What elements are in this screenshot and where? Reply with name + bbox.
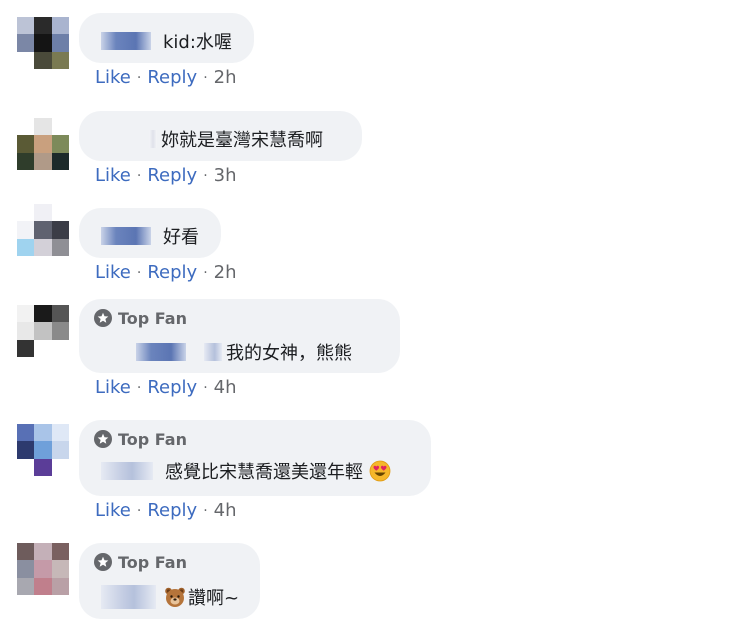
bear-emoji: [164, 586, 186, 608]
comment-bubble: 好看: [79, 208, 221, 258]
timestamp[interactable]: 4h: [214, 500, 237, 521]
avatar[interactable]: [17, 424, 69, 476]
timestamp[interactable]: 3h: [214, 165, 237, 186]
separator: ·: [136, 502, 142, 519]
comment-text: 我的女神，熊熊: [226, 343, 352, 364]
star-icon: [94, 553, 112, 571]
top-fan-badge: Top Fan: [94, 428, 187, 450]
top-fan-badge: Top Fan: [94, 307, 187, 329]
comment-actions: Like · Reply · 2h: [95, 67, 237, 88]
avatar[interactable]: [17, 543, 69, 595]
top-fan-badge: Top Fan: [94, 551, 187, 573]
comment-bubble: kid:水喔: [79, 13, 254, 63]
separator: ·: [136, 379, 142, 396]
separator: ·: [136, 167, 142, 184]
comment-actions: Like · Reply · 3h: [95, 165, 237, 186]
comment-text: 讚啊~: [188, 588, 240, 609]
avatar[interactable]: [17, 204, 69, 256]
separator: ·: [203, 502, 208, 519]
reply-link[interactable]: Reply: [147, 67, 197, 88]
commenter-name[interactable]: [101, 32, 151, 50]
reply-link[interactable]: Reply: [147, 165, 197, 186]
commenter-name[interactable]: [101, 585, 156, 609]
separator: ·: [203, 264, 208, 281]
like-link[interactable]: Like: [95, 165, 131, 186]
comment-text: 感覺比宋慧喬還美還年輕: [165, 462, 363, 483]
like-link[interactable]: Like: [95, 500, 131, 521]
separator: ·: [203, 167, 208, 184]
comment-bubble: Top Fan 讚啊~: [79, 543, 260, 619]
avatar[interactable]: [17, 305, 69, 357]
commenter-name[interactable]: [149, 130, 157, 148]
comment-thread: { "comments": [ {"text": "kid:水喔", "like…: [0, 0, 746, 625]
separator: ·: [136, 264, 142, 281]
comment-actions: Like · Reply · 4h: [95, 500, 237, 521]
separator: ·: [203, 69, 208, 86]
commenter-name[interactable]: [101, 462, 153, 480]
reply-link[interactable]: Reply: [147, 377, 197, 398]
separator: ·: [136, 69, 142, 86]
separator: ·: [203, 379, 208, 396]
heart-eyes-emoji: [369, 460, 391, 482]
reply-link[interactable]: Reply: [147, 262, 197, 283]
reply-link[interactable]: Reply: [147, 500, 197, 521]
comment-text: 妳就是臺灣宋慧喬啊: [161, 130, 323, 151]
star-icon: [94, 309, 112, 327]
timestamp[interactable]: 4h: [214, 377, 237, 398]
like-link[interactable]: Like: [95, 67, 131, 88]
commenter-name[interactable]: [101, 227, 151, 245]
commenter-name[interactable]: [136, 343, 186, 361]
comment-actions: Like · Reply · 2h: [95, 262, 237, 283]
comment-text: kid:水喔: [163, 32, 232, 53]
avatar[interactable]: [17, 118, 69, 170]
like-link[interactable]: Like: [95, 377, 131, 398]
comment-bubble: Top Fan 我的女神，熊熊: [79, 299, 400, 373]
avatar[interactable]: [17, 17, 69, 69]
comment-bubble: Top Fan 感覺比宋慧喬還美還年輕: [79, 420, 431, 496]
comment-actions: Like · Reply · 4h: [95, 377, 237, 398]
comment-bubble: 妳就是臺灣宋慧喬啊: [79, 111, 362, 161]
timestamp[interactable]: 2h: [214, 67, 237, 88]
star-icon: [94, 430, 112, 448]
comment-text: 好看: [163, 227, 199, 248]
timestamp[interactable]: 2h: [214, 262, 237, 283]
like-link[interactable]: Like: [95, 262, 131, 283]
